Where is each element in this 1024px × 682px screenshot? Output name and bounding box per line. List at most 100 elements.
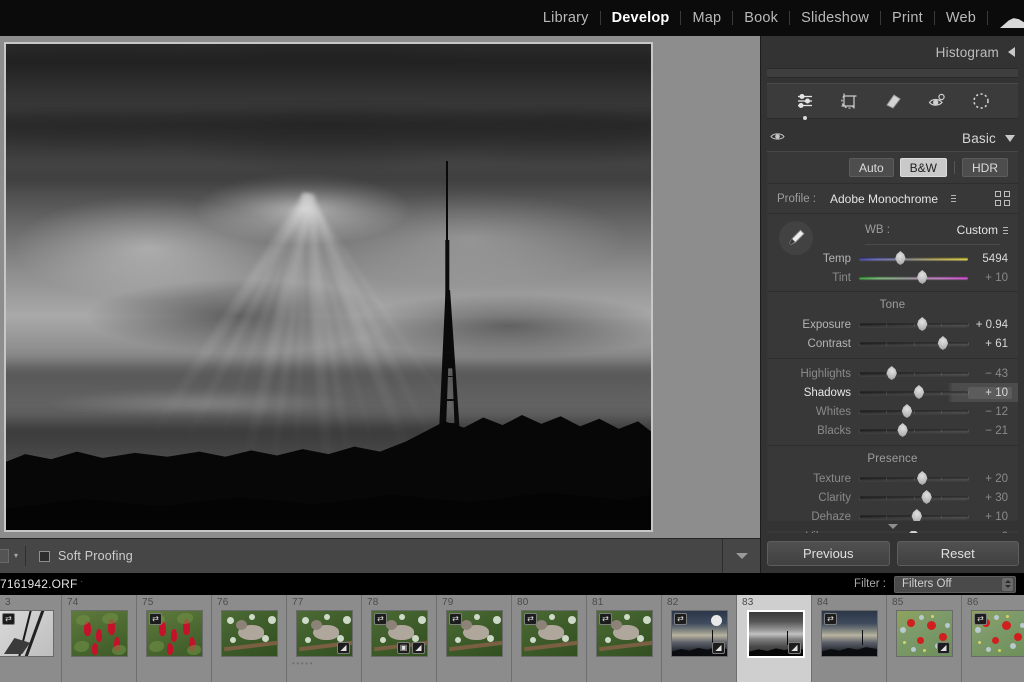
stepper-updown-icon[interactable] xyxy=(1002,577,1013,591)
soft-proofing-checkbox[interactable] xyxy=(39,550,51,562)
filmstrip-thumbnail[interactable]: 82 ⇄ ◢ xyxy=(662,595,737,682)
thumbnail-frame[interactable]: ⇄ xyxy=(146,610,203,657)
slider-value[interactable]: + 10 xyxy=(968,272,1012,284)
filmstrip-thumbnail[interactable]: 79 ⇄ xyxy=(437,595,512,682)
slider-value[interactable]: + 61 xyxy=(968,338,1012,350)
mode-button-b-w[interactable]: B&W xyxy=(899,158,947,177)
slider-value[interactable]: − 12 xyxy=(968,406,1012,418)
triangle-down-icon[interactable] xyxy=(1005,134,1015,142)
module-item-book[interactable]: Book xyxy=(733,0,789,36)
image-stage[interactable] xyxy=(0,36,760,538)
eye-icon[interactable] xyxy=(770,129,785,147)
filmstrip-thumbnail[interactable]: 75 ⇄ xyxy=(137,595,212,682)
thumbnail-frame[interactable]: ◢ xyxy=(747,610,805,658)
filmstrip-thumbnail[interactable]: 80 ⇄ xyxy=(512,595,587,682)
module-item-slideshow[interactable]: Slideshow xyxy=(790,0,880,36)
slider-row-highlights[interactable]: Highlights − 43 xyxy=(767,364,1018,383)
slider-row-blacks[interactable]: Blacks − 21 xyxy=(767,421,1018,440)
filmstrip-thumbnail[interactable]: 78 ⇄ ◢ ▣ xyxy=(362,595,437,682)
profile-value[interactable]: Adobe Monochrome xyxy=(830,192,938,206)
masking-circle-icon[interactable] xyxy=(970,90,992,112)
thumbnail-frame[interactable]: ⇄ xyxy=(971,610,1024,657)
filmstrip-thumbnail[interactable]: 74 xyxy=(62,595,137,682)
histogram-collapsed-strip[interactable] xyxy=(767,68,1018,78)
module-item-web[interactable]: Web xyxy=(935,0,987,36)
adjustment-sliders-icon[interactable] xyxy=(794,90,816,112)
filmstrip-thumbnail[interactable]: 81 ⇄ xyxy=(587,595,662,682)
thumbnail-frame[interactable]: ⇄ xyxy=(821,610,878,657)
slider-handle[interactable] xyxy=(921,490,932,504)
thumbnail-frame[interactable]: ⇄ ◢ ▣ xyxy=(371,610,428,657)
previous-button[interactable]: Previous xyxy=(767,540,890,566)
profile-dropdown-icon[interactable] xyxy=(951,195,957,202)
thumbnail-frame[interactable]: ⇄ xyxy=(0,610,54,657)
slider-track[interactable] xyxy=(859,471,969,485)
filter-select[interactable]: Filters Off xyxy=(894,575,1016,593)
healing-brush-eraser-icon[interactable] xyxy=(882,90,904,112)
filmstrip-thumbnail[interactable]: 83 ◢ xyxy=(737,595,812,682)
develop-photo-preview[interactable] xyxy=(6,44,651,530)
slider-handle[interactable] xyxy=(917,317,928,331)
slider-handle[interactable] xyxy=(917,270,928,284)
basic-panel-header[interactable]: Basic xyxy=(761,125,1024,151)
slider-track[interactable] xyxy=(859,385,969,399)
slider-row-clarity[interactable]: Clarity + 30 xyxy=(767,488,1018,507)
module-item-map[interactable]: Map xyxy=(681,0,732,36)
slider-track[interactable] xyxy=(859,404,969,418)
reset-button[interactable]: Reset xyxy=(896,540,1019,566)
thumbnail-frame[interactable] xyxy=(71,610,128,657)
slider-handle[interactable] xyxy=(901,404,913,418)
slider-value[interactable]: 5494 xyxy=(968,253,1012,265)
slider-row-tint[interactable]: Tint + 10 xyxy=(767,268,1018,287)
toolbar-hide-chevron-icon[interactable] xyxy=(722,539,760,573)
soft-proofing-toggle[interactable]: Soft Proofing xyxy=(26,549,133,563)
thumbnail-frame[interactable]: ⇄ ◢ xyxy=(671,610,728,657)
slider-value[interactable]: + 30 xyxy=(968,492,1012,504)
wb-dropdown-icon[interactable] xyxy=(1003,226,1008,234)
profile-grid-icon[interactable] xyxy=(995,191,1010,206)
slider-row-texture[interactable]: Texture + 20 xyxy=(767,469,1018,488)
module-item-library[interactable]: Library xyxy=(532,0,600,36)
slider-track[interactable] xyxy=(859,336,969,350)
filmstrip-thumbnail[interactable]: 85 ◢ xyxy=(887,595,962,682)
module-item-print[interactable]: Print xyxy=(881,0,934,36)
mode-button-hdr[interactable]: HDR xyxy=(962,158,1008,177)
slider-handle[interactable] xyxy=(913,385,925,399)
slider-value[interactable]: + 10 xyxy=(968,386,1012,399)
slider-value[interactable]: − 21 xyxy=(968,425,1012,437)
crop-overlay-icon[interactable] xyxy=(838,90,860,112)
filmstrip-thumbnail[interactable]: 76 xyxy=(212,595,287,682)
filmstrip-thumbnail[interactable]: 84 ⇄ xyxy=(812,595,887,682)
slider-row-whites[interactable]: Whites − 12 xyxy=(767,402,1018,421)
slider-handle[interactable] xyxy=(917,471,928,485)
slider-value[interactable]: + 0.94 xyxy=(968,319,1012,331)
slider-row-contrast[interactable]: Contrast + 61 xyxy=(767,334,1018,353)
slider-row-shadows[interactable]: Shadows + 10 xyxy=(767,383,1018,402)
thumbnail-frame[interactable]: ⇄ xyxy=(521,610,578,657)
triangle-left-icon[interactable] xyxy=(1008,47,1015,57)
slider-handle[interactable] xyxy=(937,336,949,350)
slider-row-exposure[interactable]: Exposure + 0.94 xyxy=(767,315,1018,334)
filmstrip-thumbnail[interactable]: 86 ⇄ xyxy=(962,595,1024,682)
thumbnail-frame[interactable]: ⇄ xyxy=(446,610,503,657)
slider-track[interactable] xyxy=(859,251,968,265)
slider-track[interactable] xyxy=(859,490,969,504)
slider-track[interactable] xyxy=(859,317,969,331)
module-item-develop[interactable]: Develop xyxy=(601,0,681,36)
slider-value[interactable]: + 20 xyxy=(968,473,1012,485)
slider-value[interactable]: − 43 xyxy=(968,368,1012,380)
mode-button-auto[interactable]: Auto xyxy=(848,158,894,177)
slider-track[interactable] xyxy=(859,423,969,437)
thumbnail-frame[interactable]: ⇄ xyxy=(596,610,653,657)
thumbnail-frame[interactable]: ◢ xyxy=(296,610,353,657)
red-eye-correction-icon[interactable] xyxy=(926,90,948,112)
slider-handle[interactable] xyxy=(886,366,897,380)
toolbar-caret-icon[interactable]: ▾ xyxy=(14,552,18,560)
filmstrip-thumbnail[interactable]: 3 ⇄ xyxy=(0,595,62,682)
panel-scroll-caret-icon[interactable] xyxy=(761,521,1024,531)
wb-value[interactable]: Custom xyxy=(957,223,998,237)
thumbnail-rating[interactable]: ••••• xyxy=(292,659,314,668)
tool-box-icon[interactable] xyxy=(0,549,9,563)
photo-frame[interactable] xyxy=(4,42,653,532)
filmstrip-thumbnail[interactable]: 77 ◢ ••••• xyxy=(287,595,362,682)
